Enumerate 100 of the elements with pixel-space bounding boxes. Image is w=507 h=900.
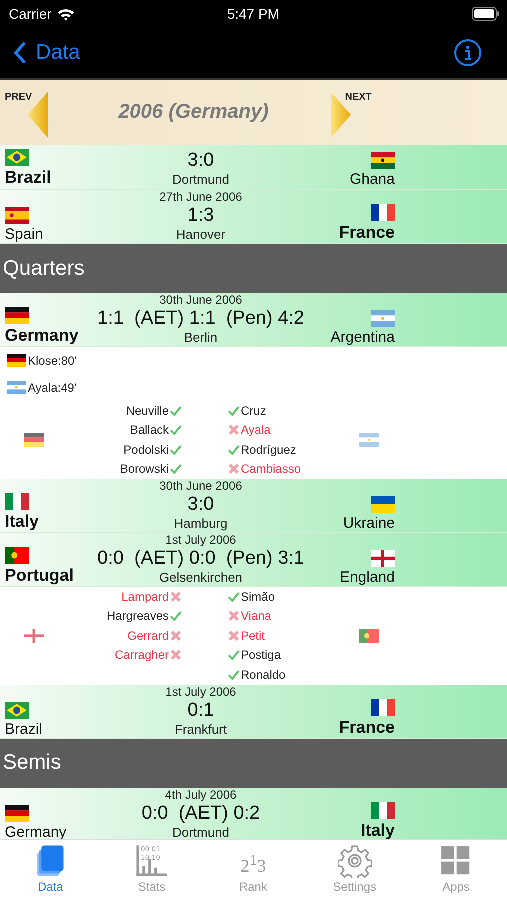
- flag-icon: [371, 310, 395, 327]
- tab-item[interactable]: Data: [6, 840, 96, 900]
- check-icon: [170, 444, 182, 456]
- match-date: 1st July 2006: [166, 533, 236, 547]
- match-row[interactable]: Brazil 3:0 Dortmund Ghana: [0, 145, 507, 190]
- penalty-taker: Ayala: [241, 423, 271, 438]
- team-name: France: [339, 718, 395, 738]
- flag-icon: [371, 152, 395, 169]
- battery-icon: [472, 7, 500, 21]
- flag-icon: [24, 433, 44, 447]
- match-score: 1:3: [188, 204, 214, 227]
- settings-icon: [338, 844, 372, 878]
- match-venue: Dortmund: [172, 172, 230, 188]
- penalty-taker: Simão: [241, 590, 276, 604]
- match-row[interactable]: Portugal 1st July 2006 0:0 (AET) 0:0 (Pen) 3:1 Gelsenkirchen England: [0, 533, 507, 587]
- penalty-taker: Lampard: [122, 590, 169, 604]
- match-date: 30th June 2006: [160, 479, 242, 493]
- cross-icon: [228, 463, 240, 476]
- match-date: 27th June 2006: [160, 190, 242, 204]
- match-row[interactable]: Spain 27th June 2006 1:3 Hanover France: [0, 190, 507, 244]
- flag-icon: [7, 354, 26, 367]
- penalty-taker: Ronaldo: [241, 668, 286, 682]
- match-score: 3:0: [188, 149, 214, 172]
- match-date: 30th June 2006: [160, 293, 242, 307]
- check-icon: [170, 610, 182, 622]
- goal-scorer: Klose:80': [28, 354, 77, 368]
- cross-icon: [170, 630, 182, 642]
- check-icon: [170, 424, 182, 436]
- penalty-taker: Neuville: [126, 404, 169, 418]
- cross-icon: [228, 424, 240, 436]
- flag-icon: [5, 804, 29, 822]
- team-name: Argentina: [330, 329, 395, 346]
- check-icon: [170, 404, 182, 417]
- match-score: 3:0: [188, 493, 214, 516]
- penalty-taker: Ballack: [130, 423, 169, 438]
- back-button[interactable]: Data: [14, 41, 80, 65]
- penalty-taker: Cruz: [241, 404, 266, 418]
- penalty-taker: Carragher: [114, 648, 169, 662]
- next-button[interactable]: NEXT: [331, 88, 372, 138]
- team-name: France: [339, 223, 395, 243]
- check-icon: [170, 463, 182, 476]
- wifi-icon: [56, 8, 75, 20]
- match-score: 0:1: [188, 698, 214, 722]
- flag-icon: [371, 550, 395, 567]
- clock-time: 5:47 PM: [226, 6, 280, 22]
- team-name: Germany: [5, 326, 80, 346]
- flag-icon: [7, 381, 26, 394]
- cross-icon: [228, 610, 240, 622]
- team-name: Spain: [5, 226, 44, 243]
- penalty-taker: Postiga: [241, 648, 282, 662]
- match-row[interactable]: Italy 30th June 2006 3:0 Hamburg Ukraine: [0, 479, 507, 533]
- info-icon: [454, 39, 482, 67]
- goal-scorer: Ayala:49': [28, 380, 77, 394]
- rank-icon: 2$^{1}$3: [240, 844, 266, 878]
- check-icon: [228, 649, 240, 662]
- match-row[interactable]: Brazil 1st July 2006 0:1 Frankfurt France: [0, 684, 507, 738]
- penalty-taker: Petit: [241, 628, 266, 643]
- cross-icon: [228, 630, 240, 642]
- penalty-taker: Borowski: [120, 462, 169, 476]
- match-venue: Frankfurt: [174, 722, 227, 738]
- team-name: Brazil: [5, 168, 52, 188]
- team-name: Ukraine: [343, 515, 395, 532]
- penalty-taker: Cambiasso: [241, 462, 302, 476]
- flag-icon: [371, 204, 395, 221]
- match-row[interactable]: Germany 30th June 2006 1:1 (AET) 1:1 (Pen) 4:2 Berlin Argentina: [0, 293, 507, 347]
- info-button[interactable]: [454, 39, 482, 67]
- penalty-taker: Viana: [241, 609, 272, 624]
- chevron-left-icon: [14, 42, 26, 64]
- team-name: Portugal: [5, 566, 75, 586]
- match-date: 1st July 2006: [166, 684, 236, 698]
- check-icon: [228, 668, 240, 681]
- prev-button[interactable]: PREV: [5, 88, 48, 138]
- match-venue: Hamburg: [174, 516, 228, 532]
- season-title: 2006 (Germany): [118, 101, 270, 124]
- flag-icon: [5, 307, 29, 324]
- team-name: Italy: [360, 820, 395, 839]
- flag-icon: [5, 493, 29, 510]
- match-venue: Berlin: [184, 330, 218, 346]
- match-venue: Dortmund: [172, 824, 230, 839]
- match-score: 0:0 (AET) 0:2: [142, 802, 260, 824]
- check-icon: [228, 404, 240, 417]
- match-venue: Hanover: [176, 227, 226, 243]
- flag-icon: [24, 628, 44, 643]
- check-icon: [228, 590, 240, 603]
- flag-icon: [371, 698, 395, 716]
- flag-icon: [359, 628, 379, 643]
- team-name: England: [340, 569, 395, 586]
- match-venue: Gelsenkirchen: [159, 570, 243, 586]
- match-date: 4th July 2006: [165, 788, 237, 802]
- penalty-taker: Hargreaves: [106, 609, 169, 624]
- team-name: Italy: [5, 512, 40, 532]
- flag-icon: [5, 149, 29, 166]
- flag-icon: [5, 547, 29, 564]
- match-score: 0:0 (AET) 0:0 (Pen) 3:1: [98, 547, 304, 570]
- section-title: Quarters: [3, 256, 85, 280]
- flag-icon: [371, 802, 395, 818]
- penalty-taker: Gerrard: [128, 628, 169, 643]
- section-title: Semis: [3, 751, 62, 775]
- carrier-label: Carrier: [9, 6, 52, 22]
- check-icon: [228, 444, 240, 456]
